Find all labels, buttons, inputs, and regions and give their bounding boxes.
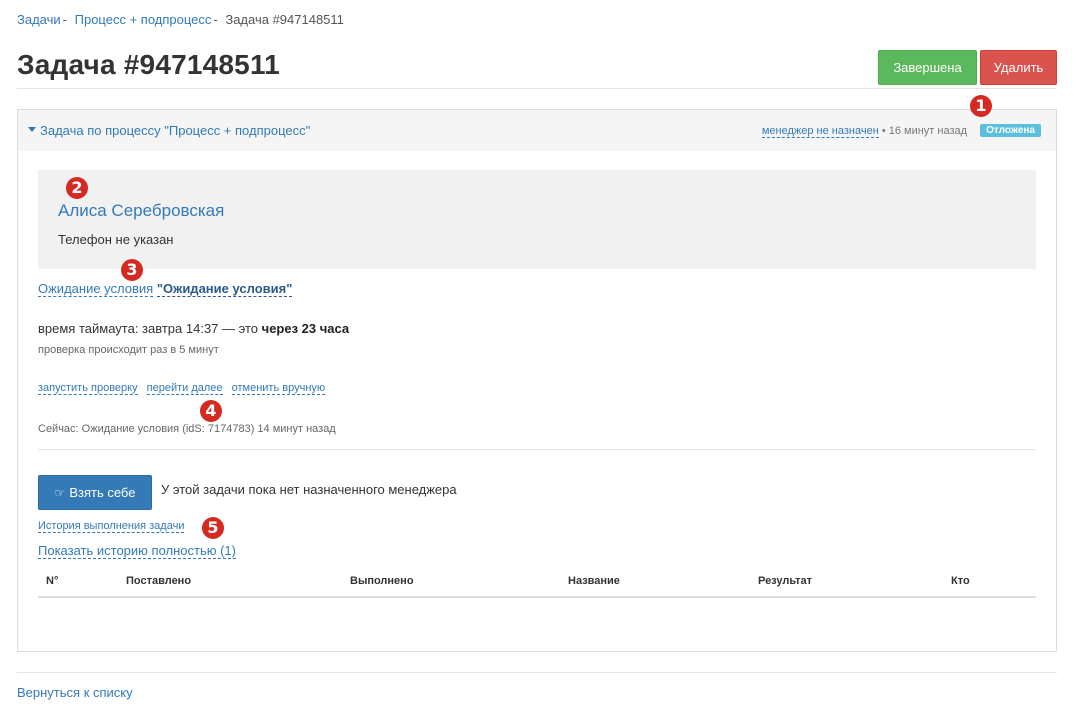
check-interval-note: проверка происходит раз в 5 минут (38, 344, 219, 356)
annotation-marker-3: 3 (121, 259, 143, 281)
footer-divider (17, 672, 1057, 673)
panel-heading[interactable]: Задача по процессу "Процесс + подпроцесс… (18, 110, 1056, 151)
status-badge: Отложена (980, 124, 1041, 137)
history-link-wrap: История выполнения задачи (38, 520, 185, 533)
breadcrumb-process-link[interactable]: Процесс + подпроцесс (75, 12, 212, 27)
timeout-highlight: через 23 часа (261, 321, 350, 336)
show-full-history-link[interactable]: Показать историю полностью (1) (38, 543, 236, 559)
col-number: N° (38, 571, 118, 598)
page-title: Задача #947148511 (17, 49, 280, 80)
breadcrumb: Задачи - Процесс + подпроцесс - Задача #94… (17, 12, 344, 27)
history-header-row: N° Поставлено Выполнено Название Результ… (38, 571, 1036, 598)
history-full-link-wrap: Показать историю полностью (1) (38, 543, 236, 559)
contact-card: Алиса Серебровская Телефон не указан (38, 170, 1036, 269)
breadcrumb-separator: - (62, 12, 67, 27)
wait-condition: Ожидание условия "Ожидание условия" (38, 281, 293, 297)
panel-meta: менеджер не назначен • 16 минут назад От… (761, 124, 1041, 138)
col-completed: Выполнено (342, 571, 560, 598)
thumbs-up-icon: ☞ (54, 486, 66, 500)
caret-down-icon[interactable] (28, 127, 36, 132)
run-check-link[interactable]: запустить проверку (38, 382, 138, 395)
breadcrumb-tasks-link[interactable]: Задачи (17, 12, 61, 27)
task-panel: Задача по процессу "Процесс + подпроцесс… (17, 109, 1057, 652)
col-who: Кто (943, 571, 1036, 598)
time-ago: • 16 минут назад (881, 125, 968, 137)
timeout-info: время таймаута: завтра 14:37 — это через… (38, 321, 349, 336)
history-table: N° Поставлено Выполнено Название Результ… (38, 571, 1036, 598)
no-manager-text: У этой задачи пока нет назначенного мене… (161, 482, 457, 497)
timeout-prefix: время таймаута: завтра 14:37 — это (38, 321, 259, 336)
annotation-marker-5: 5 (202, 517, 224, 539)
col-result: Результат (750, 571, 943, 598)
delete-button[interactable]: Удалить (980, 50, 1057, 85)
manager-link[interactable]: менеджер не назначен (761, 125, 879, 138)
annotation-marker-1: 1 (970, 95, 992, 117)
annotation-marker-2: 2 (66, 177, 88, 199)
take-task-button[interactable]: ☞ Взять себе (38, 475, 152, 510)
contact-name-link[interactable]: Алиса Серебровская (58, 201, 224, 221)
wait-condition-label-link[interactable]: Ожидание условия (38, 281, 154, 297)
col-assigned: Поставлено (118, 571, 342, 598)
panel-divider (38, 449, 1036, 450)
panel-title[interactable]: Задача по процессу "Процесс + подпроцесс… (40, 123, 310, 138)
go-next-link[interactable]: перейти далее (146, 382, 223, 395)
breadcrumb-separator: - (213, 12, 218, 27)
condition-actions: запустить проверку перейти далее отменит… (38, 382, 331, 395)
wait-condition-name-link[interactable]: "Ожидание условия" (156, 281, 293, 297)
current-state-line: Сейчас: Ожидание условия (idS: 7174783) … (38, 423, 336, 435)
col-name: Название (560, 571, 750, 598)
breadcrumb-current: Задача #947148511 (225, 12, 344, 27)
cancel-manual-link[interactable]: отменить вручную (231, 382, 326, 395)
back-to-list-link[interactable]: Вернуться к списку (17, 685, 133, 700)
title-divider (17, 88, 1057, 89)
take-task-label: Взять себе (69, 485, 136, 500)
annotation-marker-4: 4 (200, 400, 222, 422)
history-link[interactable]: История выполнения задачи (38, 520, 185, 533)
complete-button[interactable]: Завершена (878, 50, 977, 85)
contact-phone: Телефон не указан (58, 232, 174, 247)
